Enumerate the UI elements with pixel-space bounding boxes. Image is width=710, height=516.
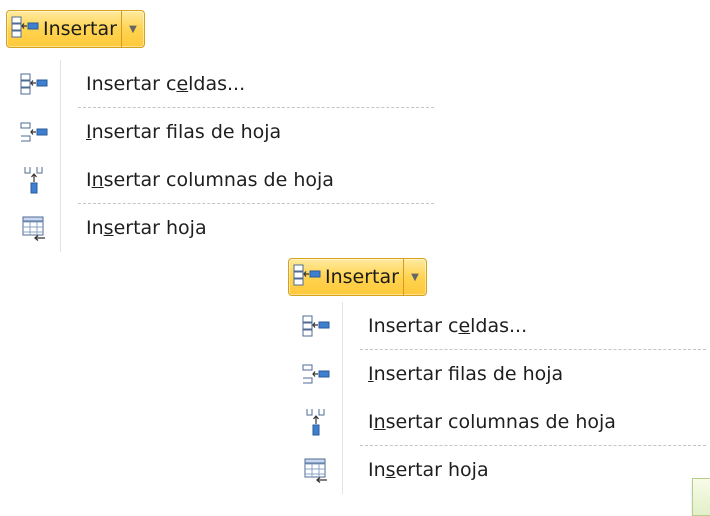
insert-cells-icon xyxy=(8,60,60,108)
insert-cells-icon xyxy=(293,263,321,291)
insert-dropdown-group-2: Insertar ▼ Insertar celdas... Insertar f… xyxy=(282,250,710,516)
insert-button[interactable]: Insertar xyxy=(289,259,404,295)
chevron-down-icon: ▼ xyxy=(411,271,419,283)
insert-cells-icon xyxy=(11,15,39,43)
insert-rows-icon xyxy=(8,108,60,156)
menu-item-insert-rows[interactable]: Insertar filas de hoja xyxy=(8,108,438,156)
insert-cells-icon xyxy=(290,302,342,350)
insert-dropdown-arrow[interactable]: ▼ xyxy=(122,11,144,47)
insert-menu: Insertar celdas... Insertar filas de hoj… xyxy=(290,302,710,516)
insert-button-label: Insertar xyxy=(325,266,399,288)
insert-sheet-icon xyxy=(8,204,60,252)
menu-item-label: Insertar columnas de hoja xyxy=(86,169,334,191)
insert-rows-icon xyxy=(290,350,342,398)
tooltip-preview xyxy=(692,478,710,516)
menu-item-label: Insertar filas de hoja xyxy=(368,363,564,385)
insert-columns-icon xyxy=(8,156,60,204)
menu-item-label: Insertar columnas de hoja xyxy=(368,411,616,433)
menu-item-label: Insertar hoja xyxy=(368,459,489,481)
insert-sheet-icon xyxy=(290,446,342,494)
menu-item-label: Insertar filas de hoja xyxy=(86,121,282,143)
chevron-down-icon: ▼ xyxy=(129,23,137,35)
menu-item-insert-sheet[interactable]: Insertar hoja xyxy=(290,446,710,494)
menu-item-label: Insertar celdas... xyxy=(86,73,246,95)
insert-menu: Insertar celdas... Insertar filas de hoj… xyxy=(8,60,438,252)
menu-item-insert-cells[interactable]: Insertar celdas... xyxy=(290,302,710,350)
menu-item-label: Insertar hoja xyxy=(86,217,207,239)
menu-item-insert-columns[interactable]: Insertar columnas de hoja xyxy=(290,398,710,446)
menu-item-insert-sheet[interactable]: Insertar hoja xyxy=(8,204,438,252)
insert-dropdown-group-1: Insertar ▼ Insertar celdas... Insertar f… xyxy=(0,0,440,280)
insert-split-button[interactable]: Insertar ▼ xyxy=(288,258,427,296)
insert-columns-icon xyxy=(290,398,342,446)
menu-item-insert-columns[interactable]: Insertar columnas de hoja xyxy=(8,156,438,204)
menu-item-label: Insertar celdas... xyxy=(368,315,528,337)
insert-dropdown-arrow[interactable]: ▼ xyxy=(404,259,426,295)
menu-item-insert-rows[interactable]: Insertar filas de hoja xyxy=(290,350,710,398)
insert-split-button[interactable]: Insertar ▼ xyxy=(6,10,145,48)
insert-button-label: Insertar xyxy=(43,18,117,40)
insert-button[interactable]: Insertar xyxy=(7,11,122,47)
menu-item-insert-cells[interactable]: Insertar celdas... xyxy=(8,60,438,108)
